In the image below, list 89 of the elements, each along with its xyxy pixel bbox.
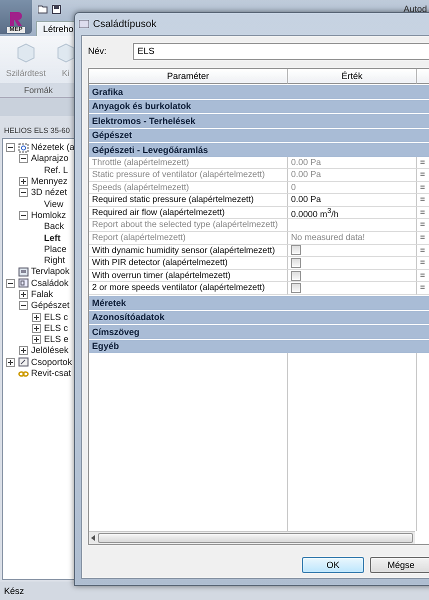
tree-item[interactable]: Alaprajzo: [31, 153, 69, 164]
tree-item[interactable]: ELS c: [44, 322, 68, 334]
parameter-name-cell: Report about the selected type (alapértelmezett): [89, 219, 288, 232]
parameter-name-cell: With dynamic humidity sensor (alapértelmezett): [89, 244, 288, 258]
parameter-name-cell: With PIR detector (alapértelmezett): [89, 257, 288, 270]
checkbox[interactable]: [291, 283, 301, 294]
group-header-row[interactable]: Gépészet: [89, 128, 429, 142]
value-cell[interactable]: [288, 219, 417, 232]
parameter-name-cell: Speeds (alapértelmezett): [89, 182, 288, 194]
save-icon[interactable]: [52, 4, 61, 14]
window-icon: [79, 20, 89, 28]
tree-item[interactable]: Homlokz: [31, 210, 66, 221]
tree-item[interactable]: Revit-csat: [31, 368, 72, 380]
tree-item[interactable]: ELS e: [44, 334, 69, 346]
expand-icon[interactable]: [32, 324, 41, 333]
formula-cell[interactable]: =: [417, 282, 429, 296]
views-icon: [18, 142, 29, 153]
parameter-name-cell: Required static pressure (alapértelmezett): [89, 194, 288, 207]
parameter-name-cell: Throttle (alapértelmezett): [89, 156, 288, 170]
group-header-row[interactable]: Grafika: [89, 85, 429, 98]
group-header-row[interactable]: Gépészeti - Levegőáramlás: [89, 143, 429, 156]
column-header[interactable]: Érték: [288, 69, 417, 84]
parameter-name-cell: Required air flow (alapértelmezett): [89, 206, 288, 220]
formula-cell[interactable]: =: [417, 270, 429, 282]
tree-item[interactable]: Tervlapok: [31, 266, 70, 278]
group-header-row[interactable]: Elektromos - Terhelések: [89, 114, 429, 128]
groups-icon: [18, 357, 29, 368]
expand-icon[interactable]: [19, 177, 28, 186]
tree-item[interactable]: Családok: [31, 278, 69, 289]
tree-item[interactable]: Mennyez: [31, 176, 68, 188]
tree-item[interactable]: Gépészet: [31, 300, 70, 312]
value-cell[interactable]: 0.0000 m$^{3}$/h: [288, 206, 417, 220]
column-header[interactable]: Paraméter: [89, 69, 288, 84]
tree-item[interactable]: Csoportok: [31, 356, 72, 368]
collapse-icon[interactable]: [19, 188, 28, 198]
tree-item[interactable]: Ref. L: [44, 164, 68, 176]
parameter-name-cell: Static pressure of ventilator (alapértelmezett): [89, 169, 288, 182]
formula-cell[interactable]: =: [417, 244, 429, 258]
collapse-icon[interactable]: [19, 301, 28, 310]
collapse-icon[interactable]: [6, 278, 15, 288]
tree-item[interactable]: Jelölések: [31, 345, 69, 356]
tree-item[interactable]: Place: [44, 244, 67, 255]
tree-item[interactable]: View: [44, 198, 64, 210]
horizontal-scrollbar[interactable]: [89, 531, 415, 544]
status-text: Kész: [4, 586, 24, 596]
checkbox[interactable]: [291, 270, 301, 281]
left-arrow-icon[interactable]: [91, 535, 95, 541]
group-header-row[interactable]: Azonosítóadatok: [89, 310, 429, 324]
collapse-icon[interactable]: [6, 143, 15, 152]
tree-item[interactable]: Back: [44, 221, 64, 232]
chain-link-icon: [18, 368, 29, 379]
formula-cell[interactable]: =: [417, 257, 429, 270]
parameter-name-cell: 2 or more speeds ventilator (alapértelmezett): [89, 282, 288, 296]
formula-cell[interactable]: =: [417, 206, 429, 220]
open-folder-icon[interactable]: [38, 4, 48, 14]
checkbox[interactable]: [291, 258, 301, 268]
families-icon: [18, 278, 29, 288]
ok-button[interactable]: OK: [302, 557, 364, 573]
expand-icon[interactable]: [32, 312, 41, 322]
collapse-icon[interactable]: [19, 154, 28, 164]
expand-icon[interactable]: [19, 290, 28, 299]
name-field[interactable]: ELS: [132, 42, 429, 60]
cancel-button[interactable]: Mégse: [370, 557, 429, 573]
group-header-row[interactable]: Anyagok és burkolatok: [89, 100, 429, 113]
checkbox[interactable]: [291, 245, 301, 256]
window-title: Családtípusok: [93, 18, 156, 30]
group-header-row[interactable]: Címszöveg: [89, 325, 429, 339]
expand-icon[interactable]: [32, 335, 41, 344]
group-header-row[interactable]: Egyéb: [89, 340, 429, 354]
r-logo-icon: [8, 11, 24, 27]
value-cell[interactable]: 0.00 Pa: [288, 194, 417, 207]
app-title: Autod: [403, 4, 427, 14]
tree-item[interactable]: Nézetek (a: [31, 142, 75, 154]
tree-item[interactable]: 3D nézet: [31, 187, 68, 198]
panel-label: Formák: [24, 85, 53, 95]
sheets-icon: [18, 266, 29, 277]
collapse-icon[interactable]: [19, 210, 28, 220]
scrollbar-thumb[interactable]: [98, 533, 413, 543]
name-label: Név:: [88, 46, 107, 56]
parameter-name-cell: Report (alapértelmezett): [89, 232, 288, 245]
tree-item[interactable]: ELS c: [44, 312, 68, 323]
formula-cell[interactable]: =: [417, 194, 429, 207]
tree-item[interactable]: Falak: [31, 289, 54, 300]
tree-item[interactable]: Right: [44, 255, 66, 266]
expand-icon[interactable]: [6, 358, 15, 367]
expand-icon[interactable]: [19, 346, 28, 356]
group-header-row[interactable]: Méretek: [89, 296, 429, 310]
tree-item[interactable]: Left: [44, 232, 60, 244]
parameter-name-cell: With overrun timer (alapértelmezett): [89, 270, 288, 282]
